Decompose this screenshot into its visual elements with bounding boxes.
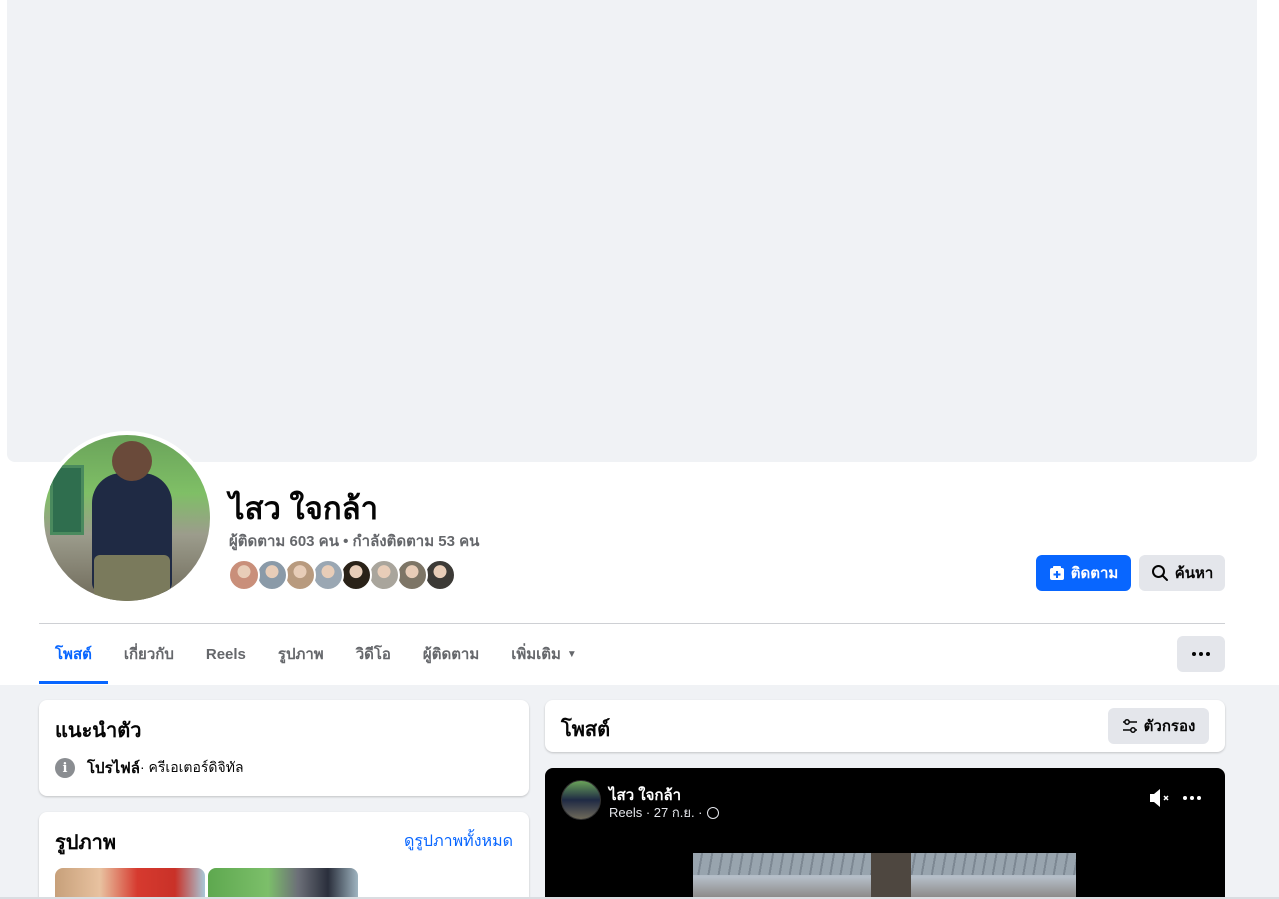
reel-video[interactable] — [693, 853, 1076, 899]
intro-card: แนะนำตัว i โปรไฟล์ · ครีเอเตอร์ดิจิทัล — [39, 700, 529, 796]
globe-icon — [706, 806, 719, 819]
reel-more-button[interactable] — [1180, 788, 1204, 808]
see-all-photos-link[interactable]: ดูรูปภาพทั้งหมด — [404, 829, 513, 854]
search-button[interactable]: ค้นหา — [1139, 555, 1225, 591]
follow-label: ติดตาม — [1070, 565, 1119, 582]
info-icon: i — [55, 758, 75, 778]
reel-meta: Reels · 27 ก.ย. · — [609, 802, 719, 823]
tab-label: ผู้ติดตาม — [422, 646, 480, 663]
tab-label: เกี่ยวกับ — [123, 646, 174, 663]
profile-name: ไสว ใจกล้า — [229, 491, 379, 526]
follow-icon — [1049, 566, 1064, 580]
reel-author-avatar[interactable] — [561, 780, 601, 820]
caret-down-icon: ▼ — [566, 648, 577, 660]
avatar-background-door — [50, 465, 84, 535]
intro-detail: · ครีเอเตอร์ดิจิทัล — [140, 759, 244, 775]
more-dots-icon — [1183, 796, 1201, 800]
posts-title: โพสต์ — [561, 719, 611, 741]
photos-card: รูปภาพ ดูรูปภาพทั้งหมด — [39, 812, 529, 899]
more-options-button[interactable] — [1177, 636, 1225, 672]
tab-label: รูปภาพ — [277, 646, 324, 663]
tab-label: โพสต์ — [55, 646, 92, 663]
intro-profile-row: i โปรไฟล์ · ครีเอเตอร์ดิจิทัล — [55, 756, 244, 780]
follower-avatar[interactable] — [368, 559, 400, 591]
follower-avatar[interactable] — [256, 559, 288, 591]
photo-thumbnail[interactable] — [55, 868, 205, 899]
more-dots-icon — [1192, 652, 1210, 656]
follow-button[interactable]: ติดตาม — [1036, 555, 1131, 591]
follower-avatar[interactable] — [396, 559, 428, 591]
reel-post[interactable]: ไสว ใจกล้า Reels · 27 ก.ย. · — [545, 768, 1225, 899]
avatar-person-pants — [94, 555, 170, 601]
tab-about[interactable]: เกี่ยวกับ — [108, 624, 190, 684]
tab-videos[interactable]: วิดีโอ — [340, 624, 407, 684]
tab-label: Reels — [205, 645, 246, 663]
reel-meta-text: Reels · 27 ก.ย. · — [609, 805, 703, 820]
follower-avatar[interactable] — [228, 559, 260, 591]
muted-speaker-icon[interactable] — [1148, 787, 1172, 809]
filter-button[interactable]: ตัวกรอง — [1108, 708, 1209, 744]
follower-avatar[interactable] — [340, 559, 372, 591]
follower-avatars[interactable] — [228, 559, 456, 593]
cover-photo[interactable] — [7, 0, 1257, 462]
posts-header-card: โพสต์ ตัวกรอง — [545, 700, 1225, 752]
search-icon — [1151, 565, 1168, 581]
profile-tabs: โพสต์ เกี่ยวกับ Reels รูปภาพ วิดีโอ ผู้ต… — [39, 624, 593, 684]
tab-label: วิดีโอ — [355, 646, 391, 663]
profile-photo — [44, 435, 210, 601]
avatar-person-head — [112, 441, 152, 481]
tab-posts[interactable]: โพสต์ — [39, 624, 108, 684]
tab-photos[interactable]: รูปภาพ — [262, 624, 340, 684]
intro-title: แนะนำตัว — [55, 720, 142, 742]
photo-thumbnail[interactable] — [208, 868, 358, 899]
tab-followers[interactable]: ผู้ติดตาม — [407, 624, 495, 684]
follower-avatar[interactable] — [424, 559, 456, 591]
intro-label: โปรไฟล์ — [87, 760, 140, 777]
profile-avatar[interactable] — [40, 431, 214, 605]
search-label: ค้นหา — [1174, 565, 1214, 582]
tab-more[interactable]: เพิ่มเติม ▼ — [495, 624, 593, 684]
tab-reels[interactable]: Reels — [190, 624, 262, 684]
filter-label: ตัวกรอง — [1143, 718, 1196, 735]
tab-label: เพิ่มเติม — [511, 646, 561, 663]
follower-avatar[interactable] — [284, 559, 316, 591]
follower-avatar[interactable] — [312, 559, 344, 591]
photos-title: รูปภาพ — [55, 832, 117, 854]
filter-icon — [1122, 719, 1137, 733]
video-frame-pillar — [871, 853, 911, 899]
follower-stats[interactable]: ผู้ติดตาม 603 คน • กำลังติดตาม 53 คน — [229, 529, 479, 553]
